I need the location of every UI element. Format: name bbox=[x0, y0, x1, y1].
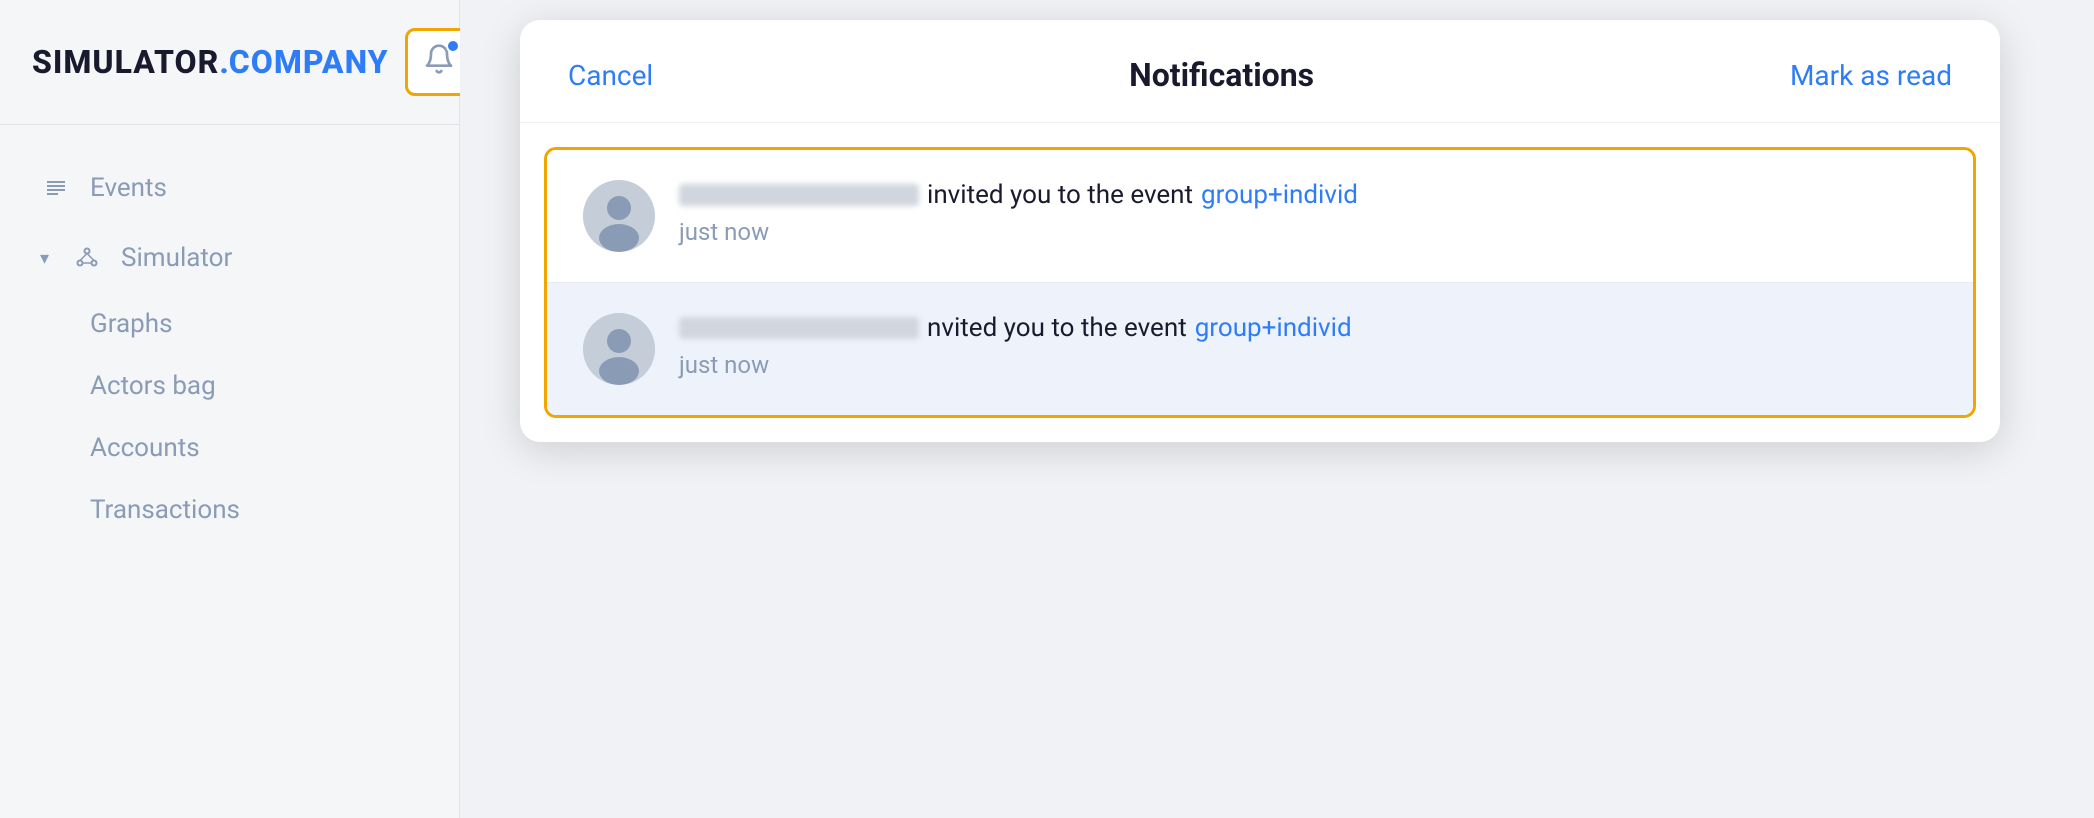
username-blurred-1 bbox=[679, 184, 919, 206]
sidebar-item-events-label: Events bbox=[90, 173, 167, 203]
cancel-button[interactable]: Cancel bbox=[568, 59, 653, 92]
notification-time-1: just now bbox=[679, 218, 1937, 246]
list-icon bbox=[40, 176, 72, 200]
sidebar-nav: Events ▾ Simulator Graphs Acto bbox=[0, 125, 459, 569]
sidebar: SIMULATOR . COMPANY bbox=[0, 0, 460, 818]
notification-time-2: just now bbox=[679, 351, 1937, 379]
sidebar-item-actors-bag[interactable]: Actors bag bbox=[0, 357, 459, 415]
panel-header: Cancel Notifications Mark as read bbox=[520, 20, 2000, 123]
notification-dot bbox=[446, 39, 460, 53]
notification-content-2: nvited you to the event group+individ ju… bbox=[679, 313, 1937, 379]
logo-dot: . bbox=[219, 43, 228, 81]
main-content: Cancel Notifications Mark as read bbox=[460, 0, 2094, 818]
panel-title: Notifications bbox=[1129, 56, 1314, 94]
notification-item-1[interactable]: invited you to the event group+individ j… bbox=[547, 150, 1973, 283]
sidebar-item-simulator-label: Simulator bbox=[121, 243, 232, 273]
notification-item-2[interactable]: nvited you to the event group+individ ju… bbox=[547, 283, 1973, 415]
sidebar-item-actors-bag-label: Actors bag bbox=[90, 371, 216, 401]
notification-text-2: nvited you to the event group+individ bbox=[679, 313, 1937, 343]
sidebar-item-simulator[interactable]: ▾ Simulator bbox=[0, 225, 459, 291]
logo-simulator: SIMULATOR bbox=[32, 43, 219, 81]
notification-event-link-2[interactable]: group+individ bbox=[1195, 313, 1352, 343]
notifications-panel: Cancel Notifications Mark as read bbox=[520, 20, 2000, 442]
sidebar-item-graphs[interactable]: Graphs bbox=[0, 295, 459, 353]
sidebar-header: SIMULATOR . COMPANY bbox=[0, 0, 459, 125]
notification-content-1: invited you to the event group+individ j… bbox=[679, 180, 1937, 246]
avatar-1 bbox=[583, 180, 655, 252]
notification-message-1: invited you to the event bbox=[927, 180, 1193, 210]
nodes-icon bbox=[71, 246, 103, 270]
mark-as-read-button[interactable]: Mark as read bbox=[1790, 59, 1952, 92]
sidebar-item-accounts[interactable]: Accounts bbox=[0, 419, 459, 477]
notification-event-link-1[interactable]: group+individ bbox=[1201, 180, 1358, 210]
sidebar-item-events[interactable]: Events bbox=[0, 155, 459, 221]
notifications-list: invited you to the event group+individ j… bbox=[544, 147, 1976, 418]
username-blurred-2 bbox=[679, 317, 919, 339]
chevron-down-icon: ▾ bbox=[40, 248, 49, 269]
sidebar-item-graphs-label: Graphs bbox=[90, 309, 173, 339]
sidebar-item-accounts-label: Accounts bbox=[90, 433, 200, 463]
avatar-2 bbox=[583, 313, 655, 385]
notification-text-1: invited you to the event group+individ bbox=[679, 180, 1937, 210]
sidebar-item-transactions-label: Transactions bbox=[90, 495, 240, 525]
logo: SIMULATOR . COMPANY bbox=[32, 43, 389, 81]
sidebar-item-transactions[interactable]: Transactions bbox=[0, 481, 459, 539]
notification-message-2: nvited you to the event bbox=[927, 313, 1187, 343]
logo-company: COMPANY bbox=[229, 43, 389, 81]
